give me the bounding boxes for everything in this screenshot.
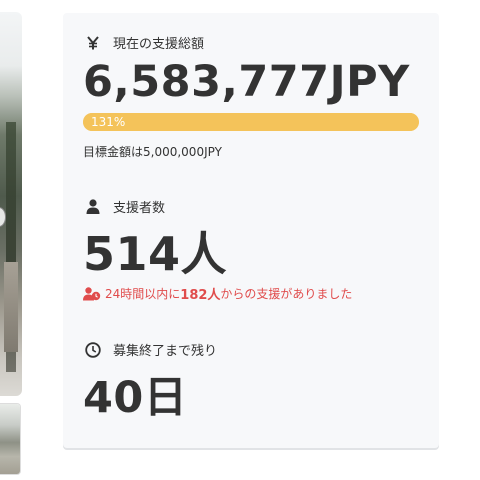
remaining-label: 募集終了まで残り: [113, 344, 218, 359]
funding-progress-bar: 131%: [83, 113, 419, 131]
total-amount-label-row: 現在の支援総額: [85, 33, 204, 52]
yen-icon: [85, 35, 101, 51]
person-icon: [85, 199, 101, 215]
goal-amount: 目標金額は5,000,000JPY: [83, 145, 222, 159]
recent-suffix: からの支援がありました: [220, 287, 353, 301]
funding-progress-percent: 131%: [91, 115, 126, 129]
funding-status-card: 現在の支援総額 6,583,777JPY 131% 目標金額は5,000,000…: [63, 13, 439, 448]
recent-count: 182人: [180, 288, 221, 303]
recent-supporters-notice: 24時間以内に 182人 からの支援がありました: [83, 284, 352, 303]
recent-prefix: 24時間以内に: [105, 287, 181, 301]
supporters-label: 支援者数: [113, 201, 166, 216]
funding-progress-fill: [83, 113, 419, 131]
photo-thumbnail[interactable]: [0, 404, 20, 474]
clock-icon: [85, 341, 101, 358]
supporters-label-row: 支援者数: [85, 197, 165, 216]
supporters-count: 514人: [83, 227, 228, 281]
project-photo[interactable]: [0, 12, 22, 396]
photo-post: [4, 262, 18, 352]
remaining-days: 40日: [83, 373, 188, 423]
remaining-label-row: 募集終了まで残り: [85, 340, 217, 359]
total-amount-label: 現在の支援総額: [113, 37, 205, 52]
total-amount: 6,583,777JPY: [83, 57, 410, 107]
users-clock-icon: [83, 286, 101, 301]
